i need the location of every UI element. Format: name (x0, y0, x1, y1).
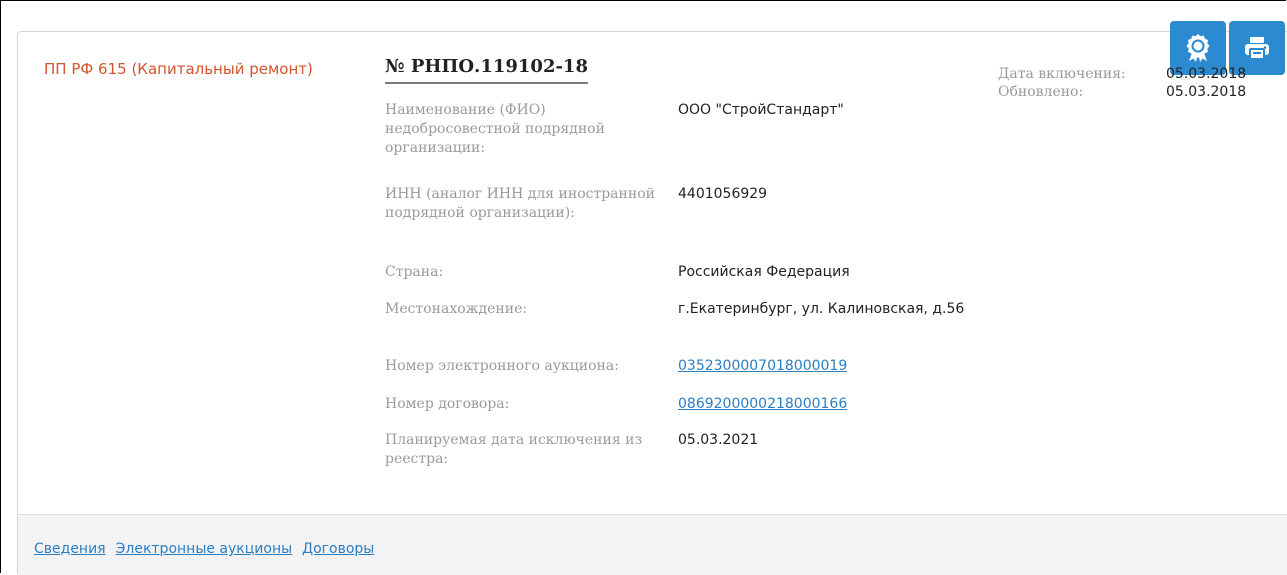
auction-number-link[interactable]: 0352300007018000019 (678, 358, 847, 374)
field-label: Местонахождение: (385, 301, 528, 317)
printer-icon (1244, 35, 1270, 61)
field-label: Номер электронного аукциона: (385, 358, 619, 374)
entry-type-label: ПП РФ 615 (Капитальный ремонт) (44, 60, 313, 78)
field-label: Планируемая дата исключения из реестра: (385, 432, 643, 467)
date-updated-label: Обновлено: (998, 84, 1084, 100)
field-value: 0869200000218000166 (678, 395, 978, 414)
field-value: 05.03.2021 (678, 432, 759, 448)
footer-tabs: Сведения Электронные аукционы Договоры (34, 541, 374, 557)
date-included-value: 05.03.2018 (1166, 66, 1247, 82)
field-label: Страна: (385, 264, 444, 280)
date-included-row: Дата включения: 05.03.2018 (998, 65, 1268, 83)
tab-electronic-auctions[interactable]: Электронные аукционы (116, 541, 293, 557)
field-value: ООО "СтройСтандарт" (678, 102, 844, 118)
field-value: 4401056929 (678, 186, 768, 202)
tab-details[interactable]: Сведения (34, 541, 106, 557)
field-label: Наименование (ФИО) недобросовестной подр… (385, 102, 605, 156)
date-updated-value: 05.03.2018 (1166, 84, 1247, 100)
date-included-label: Дата включения: (998, 66, 1126, 82)
registry-entry-card: ПП РФ 615 (Капитальный ремонт) № РНПО.11… (17, 21, 1287, 575)
card-footer: Сведения Электронные аукционы Договоры (18, 514, 1287, 575)
date-updated-row: Обновлено: 05.03.2018 (998, 83, 1268, 101)
field-value: 0352300007018000019 (678, 357, 978, 376)
tab-contracts[interactable]: Договоры (302, 541, 374, 557)
entry-dates: Дата включения: 05.03.2018 Обновлено: 05… (998, 65, 1268, 101)
field-label: ИНН (аналог ИНН для иностранной подрядно… (385, 186, 655, 221)
field-value: Российская Федерация (678, 264, 850, 280)
field-value: г.Екатеринбург, ул. Калиновская, д.56 (678, 301, 965, 317)
contract-number-link[interactable]: 0869200000218000166 (678, 396, 847, 412)
award-ribbon-icon (1184, 33, 1212, 63)
registry-number[interactable]: № РНПО.119102-18 (385, 56, 588, 84)
field-label: Номер договора: (385, 396, 510, 412)
